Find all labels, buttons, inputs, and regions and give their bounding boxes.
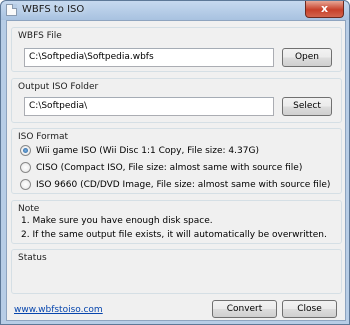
radio-iso9660[interactable]: ISO 9660 (CD/DVD Image, File size: almos… (20, 178, 330, 191)
title-bar[interactable]: WBFS to ISO x (1, 1, 349, 20)
radio-button-checked[interactable] (20, 145, 31, 156)
app-window: WBFS to ISO x WBFS File C:\Softpedia\Sof… (0, 0, 350, 325)
note-line: 1. Make sure you have enough disk space. (21, 216, 213, 226)
convert-button[interactable]: Convert (212, 300, 277, 318)
radio-button[interactable] (20, 179, 31, 190)
radio-button[interactable] (20, 162, 31, 173)
open-button[interactable]: Open (282, 48, 332, 67)
close-button[interactable]: Close (282, 300, 337, 318)
radio-ciso[interactable]: CISO (Compact ISO, File size: almost sam… (20, 161, 302, 174)
window-title: WBFS to ISO (22, 4, 85, 15)
website-link[interactable]: www.wbfstoiso.com (14, 305, 103, 315)
wbfs-file-group: WBFS File C:\Softpedia\Softpedia.wbfs Op… (11, 27, 342, 72)
note-group: Note 1. Make sure you have enough disk s… (11, 200, 342, 244)
output-folder-input[interactable]: C:\Softpedia\ (24, 97, 274, 116)
note-label: Note (18, 204, 40, 214)
radio-iso9660-label: ISO 9660 (CD/DVD Image, File size: almos… (36, 179, 331, 190)
status-label: Status (18, 253, 47, 263)
window-close-button[interactable]: x (305, 1, 344, 18)
status-group: Status (11, 249, 342, 294)
note-line: 2. If the same output file exists, it wi… (21, 230, 327, 240)
radio-ciso-label: CISO (Compact ISO, File size: almost sam… (36, 162, 303, 173)
select-button[interactable]: Select (282, 97, 332, 116)
iso-format-label: ISO Format (18, 132, 69, 142)
radio-wii-iso-label: Wii game ISO (Wii Disc 1:1 Copy, File si… (36, 145, 259, 156)
radio-wii-iso[interactable]: Wii game ISO (Wii Disc 1:1 Copy, File si… (20, 144, 259, 157)
wbfs-file-label: WBFS File (18, 31, 62, 41)
wbfs-file-input[interactable]: C:\Softpedia\Softpedia.wbfs (24, 48, 274, 67)
client-area: WBFS File C:\Softpedia\Softpedia.wbfs Op… (6, 20, 346, 321)
output-folder-label: Output ISO Folder (18, 82, 99, 92)
document-icon (6, 4, 17, 16)
iso-format-group: ISO Format Wii game ISO (Wii Disc 1:1 Co… (11, 128, 342, 194)
output-folder-group: Output ISO Folder C:\Softpedia\ Select (11, 78, 342, 123)
